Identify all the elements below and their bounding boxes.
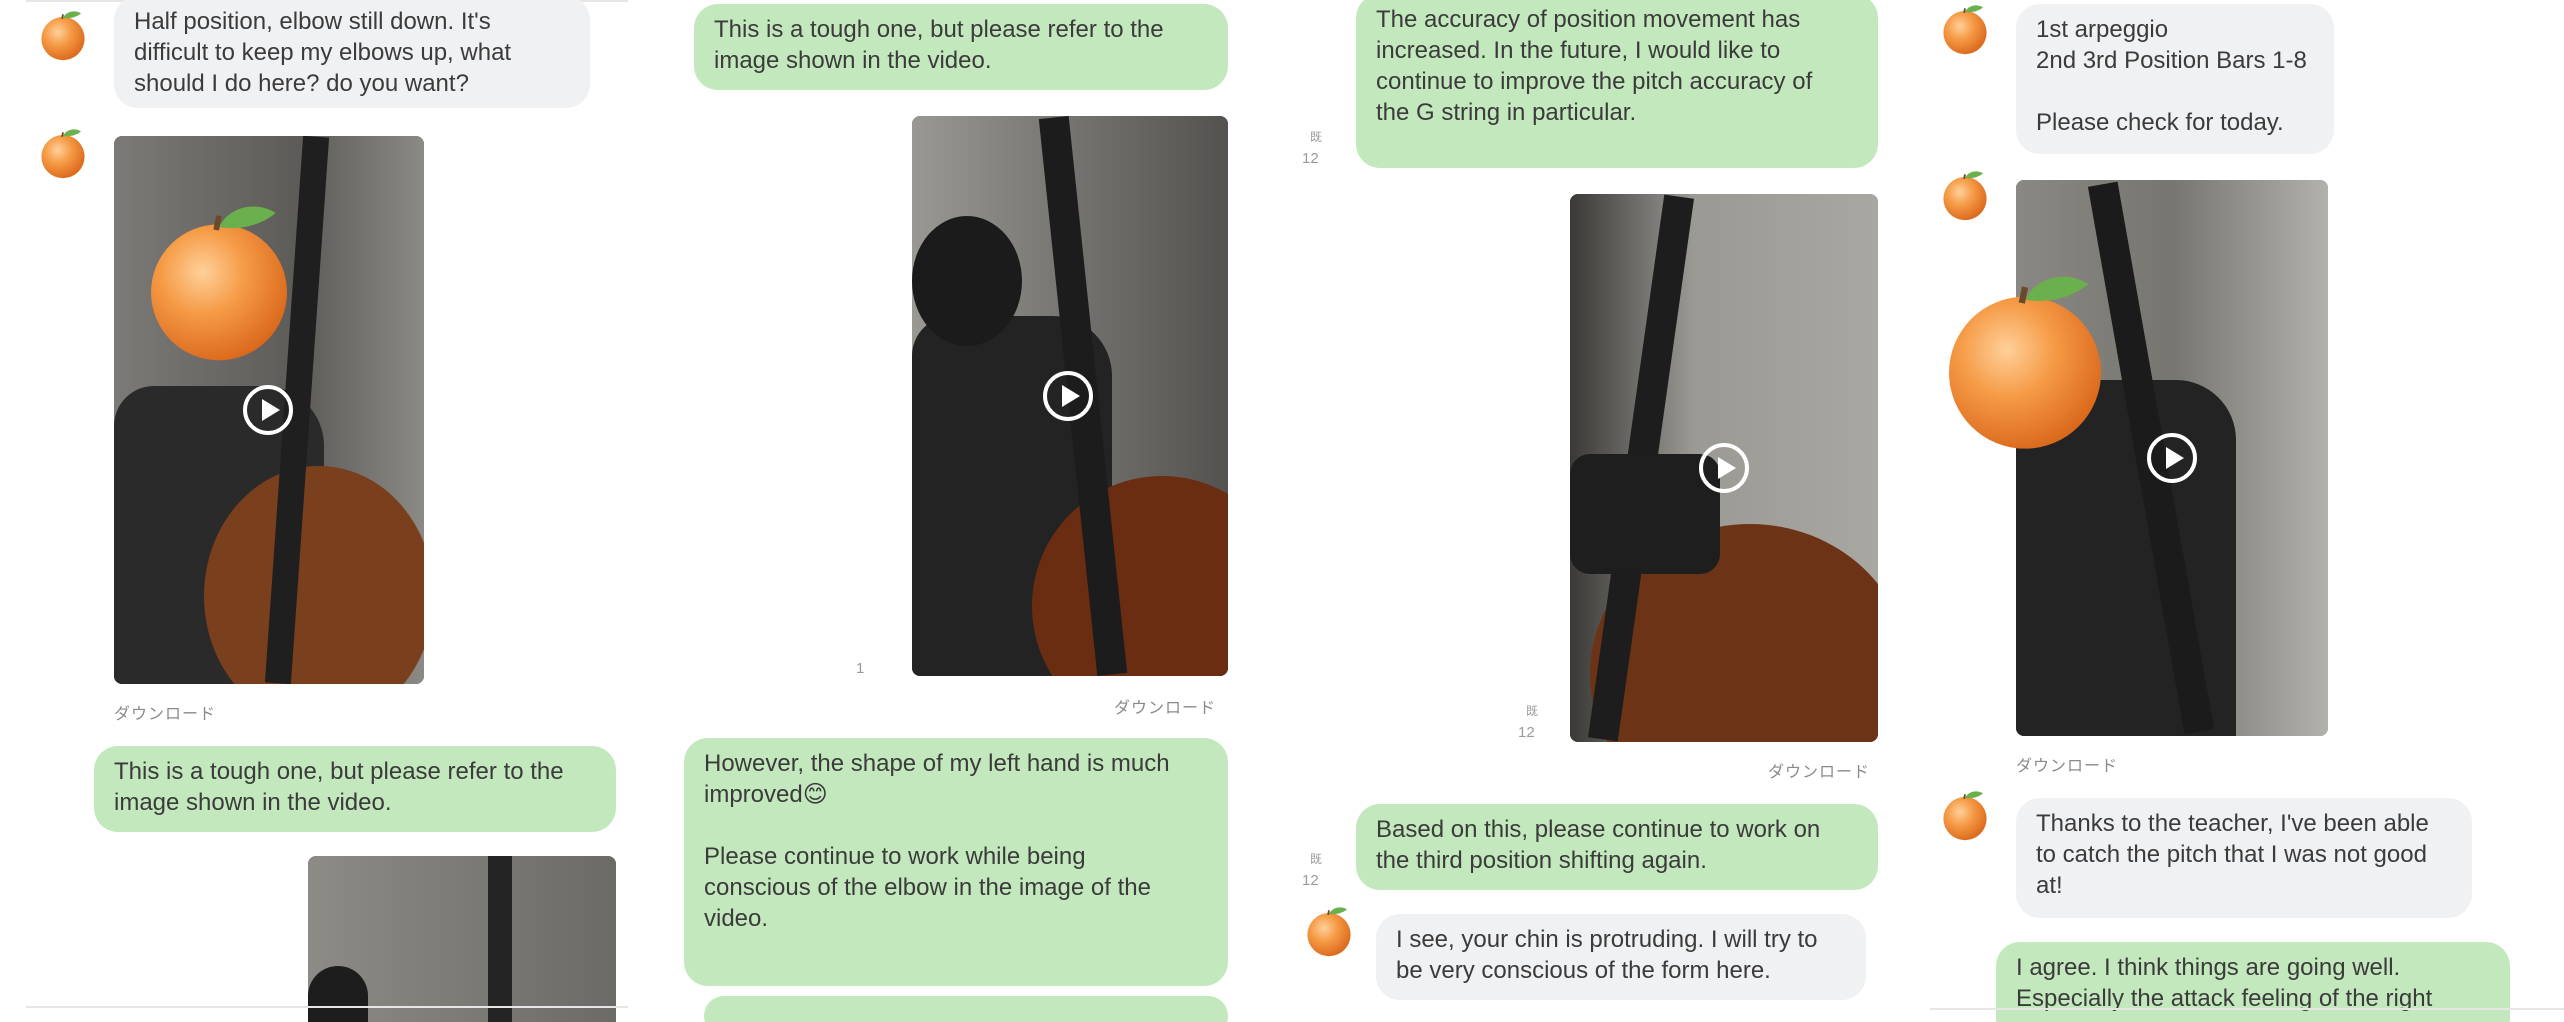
- message-text: the G string in particular.: [1376, 99, 1637, 126]
- orange-avatar-icon[interactable]: [36, 126, 90, 180]
- message-text: [2036, 76, 2314, 107]
- message-text: conscious of the elbow in the image of t…: [704, 874, 1151, 901]
- video-thumbnail[interactable]: [912, 116, 1228, 676]
- message-bubble[interactable]: This is a tough one, but please refer to…: [694, 4, 1228, 90]
- message-text: 1st arpeggio: [2036, 16, 2169, 43]
- read-receipt: 既: [1310, 130, 1323, 144]
- message-text: image shown in the video.: [114, 789, 392, 816]
- play-icon[interactable]: [2147, 433, 2197, 483]
- person-arm: [1570, 454, 1720, 574]
- message-text: Thanks to the teacher, I've been able: [2036, 810, 2429, 837]
- timestamp: 12: [1518, 724, 1535, 741]
- person-head: [912, 216, 1022, 346]
- orange-avatar-icon[interactable]: [1302, 904, 1356, 958]
- download-link[interactable]: ダウンロード: [1768, 758, 1870, 782]
- message-text: I agree. I think things are going well.: [2016, 954, 2401, 981]
- chat-panel-2: This is a tough one, but please refer to…: [640, 0, 1250, 1022]
- message-text: Half position, elbow still down. It's: [134, 8, 491, 35]
- orange-avatar-icon[interactable]: [1938, 168, 1992, 222]
- read-receipt: 1: [856, 660, 865, 677]
- video-thumbnail[interactable]: [308, 856, 616, 1022]
- divider: [26, 1006, 628, 1008]
- message-text: [704, 810, 1208, 841]
- orange-face-cover-icon: [1930, 240, 2120, 480]
- divider: [1930, 1008, 2564, 1010]
- message-text: video.: [704, 905, 769, 932]
- orange-avatar-icon[interactable]: [36, 8, 90, 62]
- message-bubble[interactable]: Thanks to the teacher, I've been able to…: [2016, 798, 2472, 918]
- message-bubble[interactable]: Half position, elbow still down. It's di…: [114, 0, 590, 108]
- message-text: I see, your chin is protruding. I will t…: [1396, 926, 1818, 953]
- play-icon[interactable]: [243, 385, 293, 435]
- message-bubble[interactable]: 1st arpeggio 2nd 3rd Position Bars 1-8 P…: [2016, 4, 2334, 154]
- chat-panel-4: 1st arpeggio 2nd 3rd Position Bars 1-8 P…: [1930, 0, 2564, 1022]
- message-bubble[interactable]: The accuracy of position movement has in…: [1356, 0, 1878, 168]
- orange-avatar-icon[interactable]: [1938, 2, 1992, 56]
- read-receipt: 既: [1310, 852, 1323, 866]
- message-text: continue to improve the pitch accuracy o…: [1376, 68, 1813, 95]
- video-thumbnail[interactable]: [1570, 194, 1878, 742]
- message-text: increased. In the future, I would like t…: [1376, 37, 1781, 64]
- download-link[interactable]: ダウンロード: [114, 700, 216, 724]
- message-bubble[interactable]: I agree. I think things are going well. …: [1996, 942, 2510, 1022]
- message-text: difficult to keep my elbows up, what: [134, 39, 512, 66]
- message-text: be very conscious of the form here.: [1396, 957, 1771, 984]
- message-text: the third position shifting again.: [1376, 847, 1707, 874]
- orange-avatar-icon[interactable]: [1938, 788, 1992, 842]
- message-text: at!: [2036, 872, 2063, 899]
- chat-panel-3: The accuracy of position movement has in…: [1290, 0, 1900, 1022]
- download-link[interactable]: ダウンロード: [1114, 694, 1216, 718]
- message-text: This is a tough one, but please refer to…: [714, 16, 1164, 43]
- download-link[interactable]: ダウンロード: [2016, 752, 2118, 776]
- timestamp: 12: [1302, 872, 1319, 889]
- message-text: Please check for today.: [2036, 109, 2284, 136]
- message-text: should I do here? do you want?: [134, 70, 469, 97]
- message-text: This is a tough one, but please refer to…: [114, 758, 564, 785]
- message-text: However, the shape of my left hand is mu…: [704, 750, 1170, 777]
- message-text: 2nd 3rd Position Bars 1-8: [2036, 47, 2307, 74]
- orange-face-cover-icon: [134, 196, 304, 366]
- message-bubble[interactable]: This is a tough one, but please refer to…: [94, 746, 616, 832]
- message-bubble[interactable]: However, the shape of my left hand is mu…: [684, 738, 1228, 986]
- chat-panel-1: Half position, elbow still down. It's di…: [26, 0, 628, 1022]
- message-text: to catch the pitch that I was not good: [2036, 841, 2427, 868]
- timestamp: 12: [1302, 150, 1319, 167]
- message-text: Based on this, please continue to work o…: [1376, 816, 1821, 843]
- message-bubble[interactable]: Based on this, please continue to work o…: [1356, 804, 1878, 890]
- play-icon[interactable]: [1699, 443, 1749, 493]
- message-text: image shown in the video.: [714, 47, 992, 74]
- read-receipt: 既: [1526, 704, 1539, 718]
- video-thumbnail[interactable]: [114, 136, 424, 684]
- person-figure: [308, 966, 368, 1022]
- message-text: The accuracy of position movement has: [1376, 6, 1801, 33]
- message-bubble[interactable]: I see, your chin is protruding. I will t…: [1376, 914, 1866, 1000]
- double-bass-neck: [488, 856, 512, 1022]
- message-text: Please continue to work while being: [704, 843, 1086, 870]
- play-icon[interactable]: [1043, 371, 1093, 421]
- message-text: improved😊: [704, 781, 828, 808]
- message-bubble[interactable]: [704, 996, 1228, 1022]
